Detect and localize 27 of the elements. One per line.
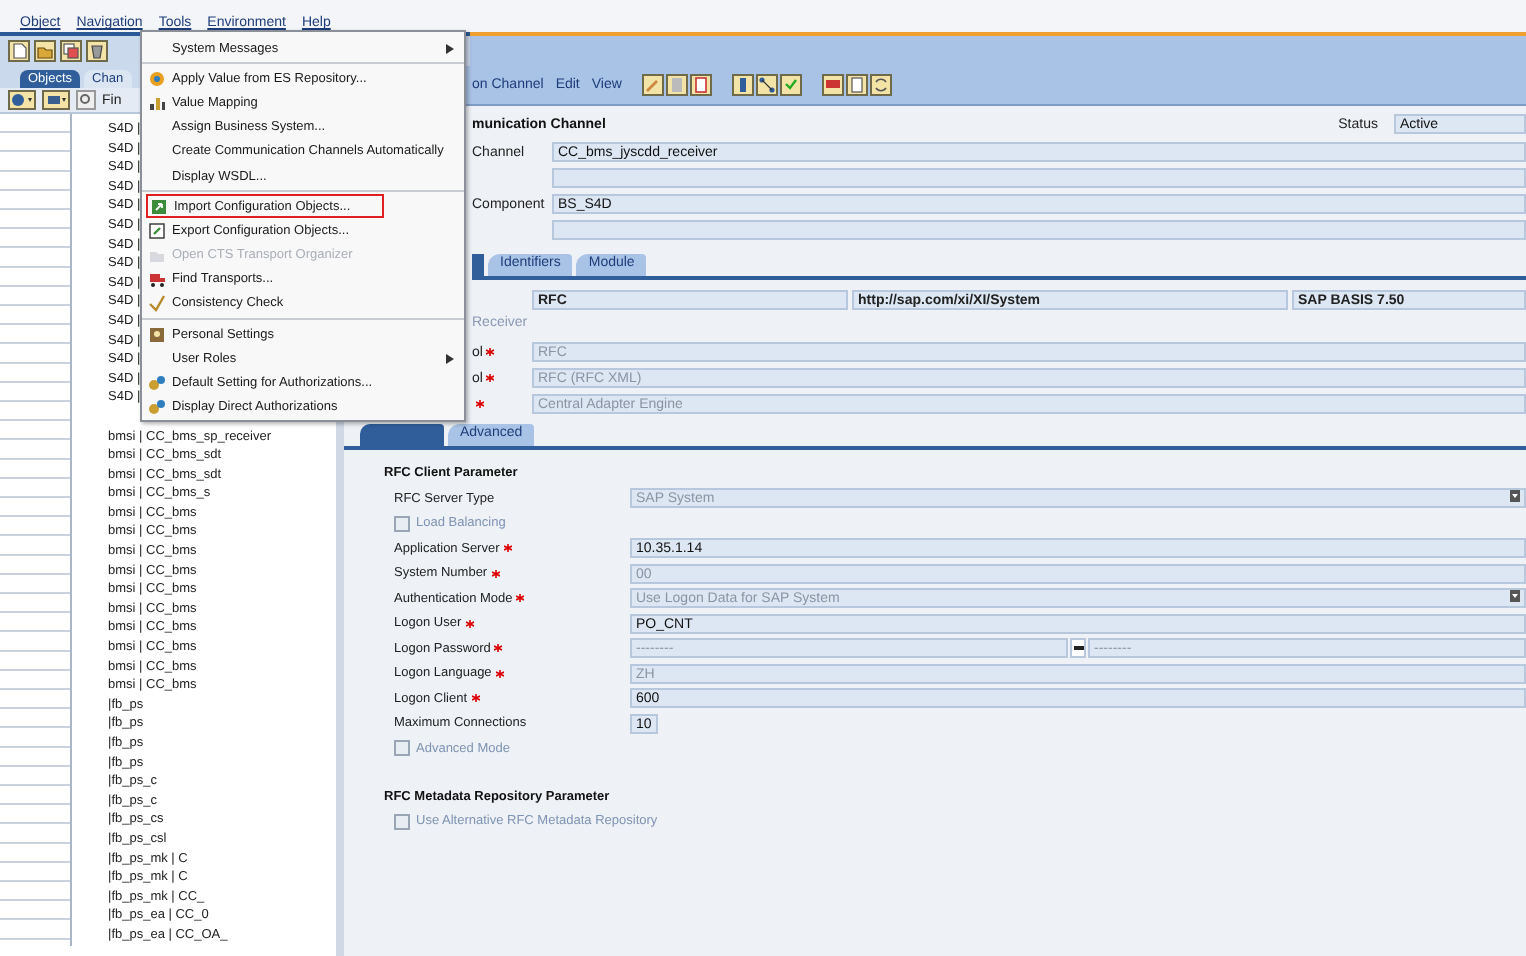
import-icon <box>150 197 168 216</box>
copy-icon[interactable] <box>60 40 82 62</box>
trash-icon[interactable] <box>86 40 108 62</box>
transport-icon[interactable] <box>821 74 844 96</box>
folder-icon[interactable] <box>34 40 56 62</box>
info-icon[interactable] <box>731 74 754 96</box>
chart-icon <box>148 93 166 112</box>
check-icon <box>148 294 166 313</box>
search-icon[interactable] <box>76 90 96 110</box>
text-field[interactable] <box>552 168 1526 188</box>
submenu-arrow-icon <box>446 44 454 54</box>
equals-icon <box>1070 638 1086 659</box>
document-icon[interactable] <box>845 74 868 96</box>
text-field[interactable] <box>552 220 1526 240</box>
monitor-icon[interactable] <box>42 90 70 110</box>
refresh-icon[interactable] <box>869 74 892 96</box>
delete-icon[interactable] <box>689 74 712 96</box>
submenu-arrow-icon <box>446 354 454 365</box>
truck-icon <box>148 270 166 289</box>
tree-icon[interactable] <box>755 74 778 96</box>
globe-icon <box>148 69 166 88</box>
pencil-icon[interactable] <box>641 74 664 96</box>
page-icon[interactable] <box>665 74 688 96</box>
document-icon[interactable] <box>8 40 30 62</box>
check-icon[interactable] <box>779 74 802 96</box>
folder-icon <box>148 246 166 265</box>
export-icon <box>148 221 166 240</box>
